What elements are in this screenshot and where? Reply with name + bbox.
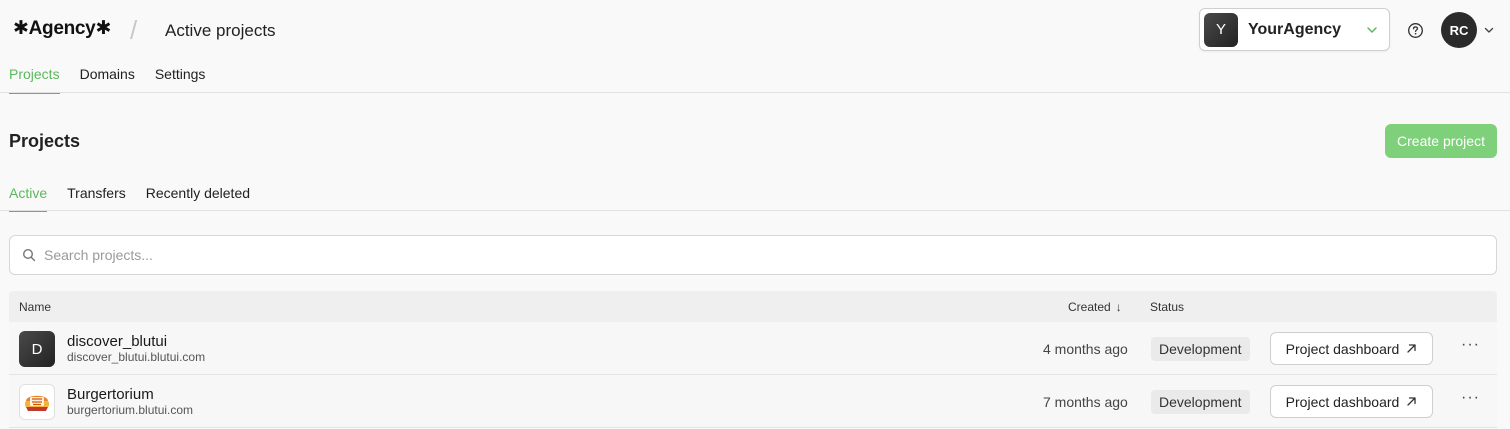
more-options-icon[interactable]: ···: [1461, 336, 1480, 354]
agency-logo[interactable]: ✱Agency✱: [13, 17, 111, 40]
tab-domains[interactable]: Domains: [80, 66, 135, 94]
search-box[interactable]: [9, 235, 1497, 275]
agency-switcher[interactable]: Y YourAgency: [1199, 8, 1390, 51]
sort-arrow-icon: ↓: [1115, 300, 1122, 314]
tab-settings[interactable]: Settings: [155, 66, 206, 94]
status-badge: Development: [1151, 337, 1250, 361]
column-status: Status: [1150, 300, 1185, 314]
table-row[interactable]: D discover_blutui discover_blutui.blutui…: [9, 322, 1497, 375]
external-link-icon: [1407, 344, 1416, 353]
project-domain: discover_blutui.blutui.com: [67, 350, 206, 364]
table-row[interactable]: Burgertorium burgertorium.blutui.com 7 m…: [9, 375, 1497, 428]
page-title: Active projects: [165, 21, 276, 40]
burger-logo-icon: [25, 395, 49, 411]
agency-name: YourAgency: [1248, 20, 1342, 38]
column-created-label: Created: [1068, 300, 1111, 314]
project-dashboard-button[interactable]: Project dashboard: [1270, 385, 1433, 418]
external-link-icon: [1407, 397, 1416, 406]
divider: [0, 92, 1510, 93]
project-created: 4 months ago: [1043, 341, 1128, 357]
tab-transfers[interactable]: Transfers: [67, 185, 126, 212]
project-created: 7 months ago: [1043, 394, 1128, 410]
divider: [0, 210, 1510, 211]
main-nav: Projects Domains Settings: [9, 66, 205, 94]
column-name[interactable]: Name: [19, 300, 51, 314]
project-filter-tabs: Active Transfers Recently deleted: [9, 185, 250, 212]
create-project-button[interactable]: Create project: [1385, 124, 1497, 158]
tab-recently-deleted[interactable]: Recently deleted: [146, 185, 250, 212]
section-title: Projects: [9, 131, 81, 151]
project-dashboard-button[interactable]: Project dashboard: [1270, 332, 1433, 365]
project-name[interactable]: discover_blutui: [67, 333, 167, 350]
more-options-icon[interactable]: ···: [1461, 389, 1480, 407]
agency-avatar: Y: [1204, 12, 1238, 47]
project-avatar-burger-logo: [19, 384, 55, 420]
chevron-down-icon[interactable]: [1483, 24, 1495, 36]
tab-active[interactable]: Active: [9, 185, 48, 212]
column-created[interactable]: Created ↓: [1068, 300, 1122, 314]
search-input[interactable]: [44, 247, 1496, 263]
search-icon: [22, 248, 36, 262]
project-avatar: D: [19, 331, 55, 367]
project-dashboard-label: Project dashboard: [1285, 393, 1400, 410]
breadcrumb-separator: /: [130, 15, 138, 45]
chevron-down-icon: [1367, 26, 1377, 33]
help-icon[interactable]: [1407, 22, 1424, 39]
project-name[interactable]: Burgertorium: [67, 386, 154, 403]
tab-projects[interactable]: Projects: [9, 66, 60, 94]
project-dashboard-label: Project dashboard: [1285, 340, 1400, 357]
table-header: Name Created ↓ Status: [9, 291, 1497, 322]
status-badge: Development: [1151, 390, 1250, 414]
user-avatar[interactable]: RC: [1441, 12, 1477, 48]
project-domain: burgertorium.blutui.com: [67, 403, 194, 417]
